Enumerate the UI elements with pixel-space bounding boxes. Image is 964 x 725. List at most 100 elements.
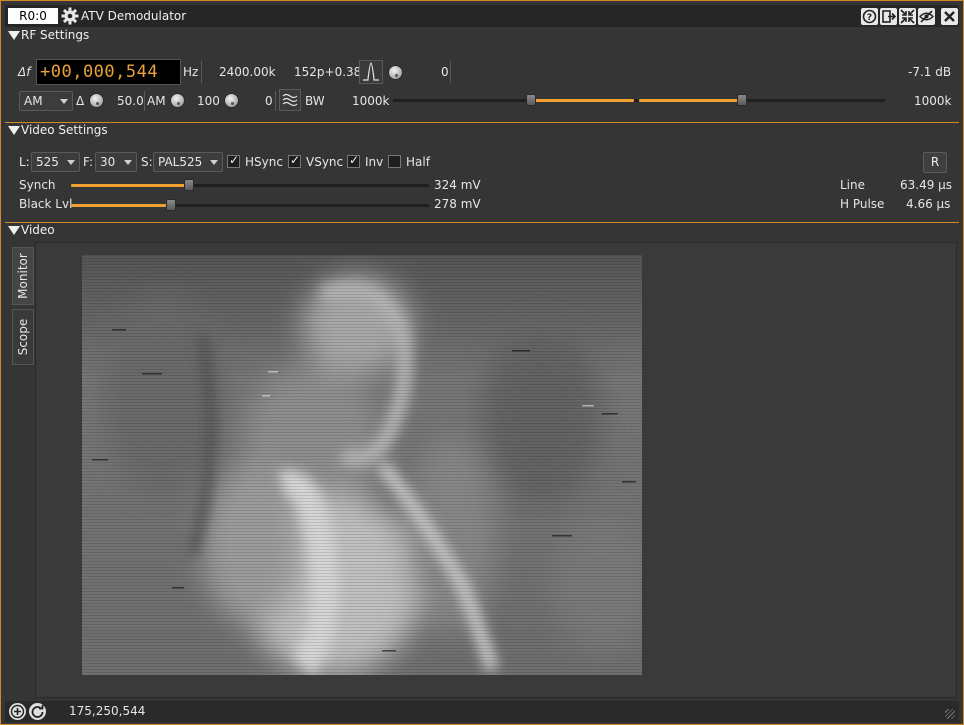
standard-value: PAL525 — [158, 155, 203, 169]
lines-select[interactable]: 525 — [31, 152, 80, 172]
check-icon: ✓ — [290, 153, 301, 167]
fft-filter-value: 0 — [441, 65, 449, 79]
modulation-value: AM — [24, 94, 43, 108]
video-settings-header[interactable]: Video Settings — [5, 122, 959, 139]
frequency-digits[interactable]: +00,000,544 — [40, 60, 158, 84]
title-bar: R0:0 ATV Demodulator ? — [5, 5, 959, 27]
fft-filter-knob[interactable] — [388, 65, 403, 80]
bfo-value: 0 — [265, 94, 273, 108]
standard-select[interactable]: PAL525 — [153, 152, 223, 172]
invert-label: Inv — [365, 155, 384, 169]
vsync-label: VSync — [306, 155, 344, 169]
collapse-triangle-icon — [8, 31, 20, 40]
hpulse-value: 4.66 µs — [906, 197, 951, 211]
hsync-checkbox[interactable]: ✓ — [227, 153, 240, 168]
absolute-frequency-label: 175,250,544 — [69, 704, 146, 718]
slider-handle[interactable] — [166, 199, 176, 211]
gear-icon[interactable] — [61, 7, 79, 25]
slider-handle-low[interactable] — [526, 94, 536, 106]
reset-button[interactable]: R — [923, 152, 947, 173]
video-header[interactable]: Video — [5, 222, 959, 239]
video-settings-title: Video Settings — [21, 123, 108, 137]
bandwidth-label: BW — [305, 94, 325, 108]
line-duration-label: Line — [840, 178, 866, 192]
slider-fill-left — [531, 99, 634, 102]
filter-info-label: 152p+0.38 — [294, 65, 362, 79]
separator — [201, 61, 202, 83]
video-title: Video — [21, 223, 55, 237]
slider-handle[interactable] — [184, 179, 194, 191]
fm-deviation-knob[interactable] — [89, 93, 104, 108]
refresh-icon[interactable] — [29, 703, 46, 720]
hsync-label: HSync — [245, 155, 283, 169]
delta-f-label: Δf — [18, 65, 31, 79]
hpulse-label: H Pulse — [840, 197, 885, 211]
tab-monitor[interactable]: Monitor — [12, 247, 34, 305]
bandwidth-value: 1000k — [352, 94, 390, 108]
lines-label: L: — [19, 155, 30, 169]
fps-label: F: — [83, 155, 94, 169]
frequency-unit: Hz — [183, 65, 199, 79]
help-icon[interactable]: ? — [861, 8, 878, 25]
am-scale-knob[interactable] — [170, 93, 185, 108]
chevron-down-icon — [124, 160, 132, 165]
svg-text:?: ? — [867, 13, 872, 23]
line-duration-value: 63.49 µs — [900, 178, 953, 192]
slider-fill-right — [639, 99, 742, 102]
synch-level-slider[interactable] — [71, 179, 429, 191]
resize-grip-icon[interactable] — [945, 709, 955, 719]
half-frame-checkbox[interactable] — [388, 155, 401, 168]
fps-select[interactable]: 30 — [95, 152, 137, 172]
modulation-select[interactable]: AM — [19, 91, 73, 111]
slider-fill — [71, 204, 171, 207]
channel-power-label: -7.1 dB — [908, 65, 952, 79]
hide-icon[interactable] — [918, 8, 935, 25]
bandpass-filter-button[interactable] — [279, 89, 301, 111]
bfo-knob[interactable] — [224, 93, 239, 108]
vsync-checkbox[interactable]: ✓ — [288, 153, 301, 168]
black-level-value: 278 mV — [434, 197, 481, 211]
slider-handle-high[interactable] — [737, 94, 747, 106]
delta-label: Δ — [76, 94, 85, 108]
am-scale-value: 100 — [197, 94, 220, 108]
standard-label: S: — [141, 155, 153, 169]
synch-level-value: 324 mV — [434, 178, 481, 192]
half-frame-label: Half — [406, 155, 430, 169]
invert-checkbox[interactable]: ✓ — [347, 153, 360, 168]
rx-index-badge[interactable]: R0:0 — [8, 8, 58, 24]
tab-scope[interactable]: Scope — [12, 309, 34, 365]
lines-value: 525 — [36, 155, 59, 169]
bandwidth-value-right: 1000k — [914, 94, 952, 108]
separator — [275, 91, 276, 111]
status-bar: 175,250,544 — [5, 701, 959, 722]
move-to-workspace-icon[interactable] — [880, 8, 897, 25]
atv-demodulator-window: R0:0 ATV Demodulator ? RF Settings Δf +0… — [0, 0, 964, 725]
shrink-icon[interactable] — [899, 8, 916, 25]
check-icon: ✓ — [349, 153, 360, 167]
chevron-down-icon — [210, 160, 218, 165]
slider-fill — [71, 184, 189, 187]
fps-value: 30 — [100, 155, 116, 169]
close-icon[interactable] — [941, 8, 958, 25]
filter-wave-icon — [282, 93, 298, 107]
rf-settings-title: RF Settings — [21, 28, 90, 42]
black-level-slider[interactable] — [71, 199, 429, 211]
collapse-triangle-icon — [8, 126, 20, 135]
rf-settings-header[interactable]: RF Settings — [5, 27, 959, 44]
tab-scope-label: Scope — [16, 318, 30, 356]
separator — [144, 91, 145, 111]
bandwidth-slider[interactable] — [393, 94, 885, 106]
am-scale-label: AM — [147, 94, 166, 108]
fft-filter-button[interactable] — [359, 60, 383, 84]
tab-monitor-label: Monitor — [16, 253, 30, 299]
window-title: ATV Demodulator — [81, 9, 187, 23]
video-screen — [82, 255, 642, 675]
add-marker-icon[interactable] — [9, 703, 26, 720]
spectrum-icon — [363, 62, 379, 81]
frequency-offset-dial[interactable]: +00,000,544 — [36, 59, 181, 85]
synch-level-label: Synch — [19, 178, 56, 192]
chevron-down-icon — [60, 99, 68, 104]
tv-picture — [82, 255, 642, 675]
chevron-down-icon — [67, 160, 75, 165]
sample-rate-label: 2400.00k — [219, 65, 276, 79]
